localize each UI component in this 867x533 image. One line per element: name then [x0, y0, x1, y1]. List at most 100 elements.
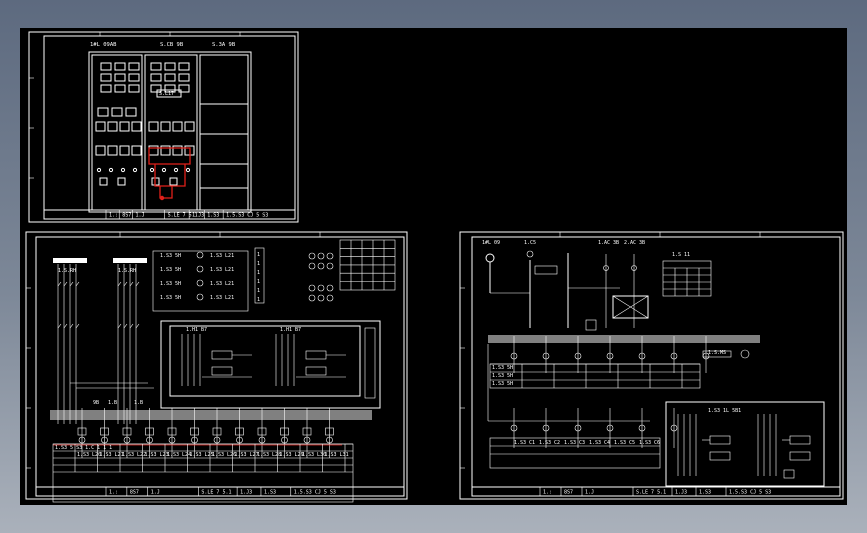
drawing-canvas: 1#L 09AB S.CB 9B S.3A 9B S.L17 1.: 8S7 1.J… — [25, 31, 844, 503]
feeder-code: 1.S3 C6 — [639, 440, 660, 446]
relay-coil — [709, 435, 731, 445]
ct-symbol — [326, 262, 334, 270]
lamp-symbol — [161, 167, 167, 173]
feeder-code: 1.S3 L23 — [145, 452, 169, 458]
title-field: 1.: — [543, 490, 552, 496]
ct-symbol — [317, 284, 325, 292]
title-field: 1.: — [109, 490, 118, 496]
breaker-contact — [69, 281, 74, 287]
switch-box — [131, 145, 142, 156]
ct-symbol — [326, 284, 334, 292]
ct-symbol — [317, 262, 325, 270]
title-field: 1.J3 — [675, 490, 687, 496]
table-row-tag: 1.S3 5H — [492, 365, 513, 371]
meter-tag: 1.S3 5H — [160, 295, 181, 301]
title-field: 1.S3 — [264, 490, 276, 496]
sheet-distribution-schematic[interactable]: 1.S.RH 1.S.RH 1.S3 5H 1.S3 L21 1.S3 5H 1.S3… — [25, 231, 408, 503]
source-tag-1: 1.S.RH — [58, 268, 76, 274]
meter-box — [100, 62, 112, 71]
breaker-contact — [135, 323, 140, 329]
switch-box — [131, 121, 142, 132]
title-field: 8S7 — [122, 213, 131, 219]
feeder-code: 1.S3 L27 — [235, 452, 259, 458]
title-field: 1.J3 — [192, 213, 204, 219]
switch-box — [119, 145, 130, 156]
ct-symbol — [326, 294, 334, 302]
ct-symbol — [308, 294, 316, 302]
feeder-code: 1.S3 L20 — [77, 452, 101, 458]
ct-symbol — [317, 294, 325, 302]
breaker-contact — [129, 281, 134, 287]
switch-box — [107, 121, 118, 132]
handle-box — [117, 177, 126, 186]
meter-tag: 1.S3 5H — [160, 253, 181, 259]
feeder-code: 1.S3 C2 — [539, 440, 560, 446]
small-box — [585, 319, 597, 331]
switch-box — [160, 121, 171, 132]
feeder-code: 1.S3 L24 — [167, 452, 191, 458]
terminal-no: 1 — [257, 252, 260, 258]
feeder-code: 1.S3 L22 — [122, 452, 146, 458]
table-row-tag: 1.S3 5H — [492, 373, 513, 379]
switch-box — [184, 121, 195, 132]
feeder-code: 1.S3 C5 — [614, 440, 635, 446]
relay-coil — [709, 451, 731, 461]
source-tag-2: 1.S.RH — [118, 268, 136, 274]
terminal-no: 1 — [257, 297, 260, 303]
relay-label-1: 1.H1 B7 — [186, 327, 207, 333]
meter-tag: 1.S3 5H — [160, 281, 181, 287]
meter-code: 1.S3 L21 — [210, 281, 234, 287]
feeder-code: 1.S3 L29 — [280, 452, 304, 458]
breaker-contact — [63, 323, 68, 329]
terminal-box — [783, 469, 795, 479]
top-tag-2: 1.C5 — [524, 240, 536, 246]
meter-box — [128, 62, 140, 71]
meter-tag: 1.S3 5H — [160, 267, 181, 273]
lamp-symbol — [149, 167, 155, 173]
handle-box — [169, 177, 178, 186]
terminal-no: 1 — [257, 288, 260, 294]
meter-box — [114, 73, 126, 82]
generator-symbol — [485, 253, 495, 263]
bus-tag-2: 1.B — [108, 400, 117, 406]
terminal-no: 1 — [257, 261, 260, 267]
ct-symbol — [526, 250, 534, 258]
relay-coil — [305, 366, 327, 376]
meter-box — [534, 265, 558, 275]
title-field: S.LE 7 5.1 — [201, 490, 231, 496]
meter-box — [114, 84, 126, 93]
meter-box — [150, 62, 162, 71]
meter-box — [128, 84, 140, 93]
sheet-single-line[interactable]: 1#L 09 1.C5 1.AC 3B 2.AC 3B 1.S 11 1.S.M… — [459, 231, 844, 500]
meter-box — [150, 73, 162, 82]
feeder-code: 1.S3 L31 — [325, 452, 349, 458]
panel-header-1: 1#L 09AB — [90, 42, 117, 48]
title-field: 1.5.S3 CJ 5 S3 — [226, 213, 268, 219]
inset-header: 1.S3 1L 5B1 — [708, 408, 741, 414]
feeder-code: 1.S3 L21 — [100, 452, 124, 458]
table-row-tag: 1.S3 5H — [492, 381, 513, 387]
cad-viewport[interactable]: 1#L 09AB S.CB 9B S.3A 9B S.L17 1.: 8S7 1.J… — [20, 28, 847, 505]
breaker-contact — [57, 323, 62, 329]
switch-box — [172, 121, 183, 132]
sheet-panel-elevation[interactable]: 1#L 09AB S.CB 9B S.3A 9B S.L17 1.: 8S7 1.J… — [28, 31, 299, 223]
bus-tag-1: 9B — [93, 400, 99, 406]
meter-box — [178, 73, 190, 82]
relay-terminal — [364, 327, 376, 399]
meter-code: 1.S3 L21 — [210, 267, 234, 273]
ct-symbol — [326, 252, 334, 260]
indicator-box — [97, 107, 109, 117]
breaker-contact — [135, 281, 140, 287]
breaker-contact — [75, 323, 80, 329]
ct-symbol — [196, 251, 204, 259]
relay-coil — [211, 350, 233, 360]
relay-coil — [305, 350, 327, 360]
panel-header-3: S.3A 9B — [212, 42, 236, 48]
meter-code: 1.S3 L21 — [210, 253, 234, 259]
indicator-box — [125, 107, 137, 117]
ct-symbol — [196, 279, 204, 287]
meter-box — [164, 73, 176, 82]
table-header: 1.S3 5 S3 1.C 1 1 1 — [55, 445, 112, 451]
meter-box — [114, 62, 126, 71]
meter-box — [128, 73, 140, 82]
